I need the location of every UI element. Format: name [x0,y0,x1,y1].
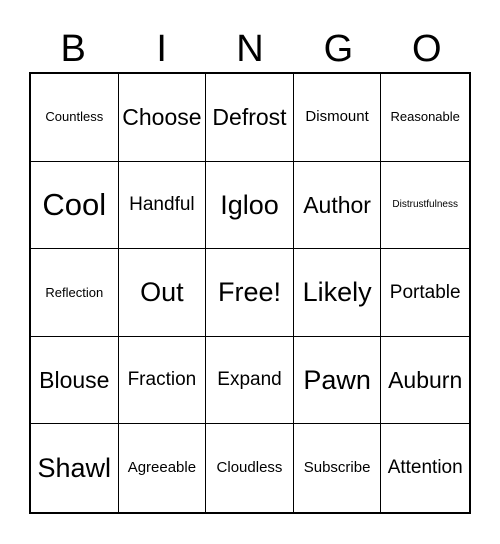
bingo-cell-label: Likely [302,277,372,308]
bingo-cell-r4c5[interactable]: Auburn [381,336,469,425]
bingo-cell-label: Out [140,277,184,308]
bingo-cell-label: Distrustfulness [392,198,458,210]
bingo-cell-label: Cloudless [216,459,283,477]
bingo-cell-r5c5[interactable]: Attention [381,424,469,512]
bingo-cell-label: Igloo [220,189,279,220]
bingo-header-letter-g: G [323,28,354,70]
bingo-cell-r3c2[interactable]: Out [118,249,207,337]
bingo-cell-r4c3[interactable]: Expand [206,336,294,425]
bingo-cell-label: Reasonable [390,109,460,125]
bingo-header-letter-i: I [156,28,167,70]
bingo-header-row: B I N G O [29,18,471,70]
bingo-cell-label: Pawn [303,364,371,395]
bingo-cell-r1c5[interactable]: Reasonable [381,74,469,162]
bingo-cell-label: Blouse [39,367,110,394]
bingo-cell-r3c1[interactable]: Reflection [31,249,119,337]
bingo-cell-label: Auburn [388,367,463,394]
bingo-cell-r1c1[interactable]: Countless [31,74,119,162]
bingo-card: B I N G O Countless Choose Defrost Dismo… [0,0,500,544]
bingo-cell-r4c2[interactable]: Fraction [118,336,207,425]
bingo-cell-r3c5[interactable]: Portable [381,249,469,337]
bingo-grid: Countless Choose Defrost Dismount Reason… [29,72,471,514]
bingo-cell-r2c1[interactable]: Cool [31,161,119,250]
bingo-header-letter-b: B [60,28,86,70]
bingo-cell-r5c1[interactable]: Shawl [31,424,119,512]
bingo-cell-r5c3[interactable]: Cloudless [206,424,294,512]
bingo-cell-label: Choose [122,104,202,131]
bingo-cell-r4c1[interactable]: Blouse [31,336,119,425]
bingo-cell-label: Cool [42,186,107,222]
bingo-cell-r5c2[interactable]: Agreeable [118,424,207,512]
bingo-header-letter-o: O [412,28,442,70]
bingo-cell-label: Countless [45,109,104,125]
bingo-cell-r2c5[interactable]: Distrustfulness [381,161,469,250]
bingo-cell-label: Shawl [37,453,112,484]
bingo-cell-free-space[interactable]: Free! [206,249,294,337]
bingo-cell-label: Agreeable [127,459,197,477]
bingo-cell-label: Portable [389,281,461,303]
bingo-cell-label: Reflection [45,284,104,300]
bingo-cell-r5c4[interactable]: Subscribe [293,424,382,512]
bingo-cell-label: Subscribe [303,459,371,477]
bingo-cell-label: Attention [387,457,463,479]
bingo-cell-label: Handful [129,193,195,215]
bingo-cell-r1c3[interactable]: Defrost [206,74,294,162]
bingo-cell-label: Expand [217,369,282,391]
bingo-cell-r2c2[interactable]: Handful [118,161,207,250]
bingo-cell-r2c4[interactable]: Author [293,161,382,250]
bingo-cell-r2c3[interactable]: Igloo [206,161,294,250]
bingo-cell-label: Author [303,191,371,218]
bingo-cell-r3c4[interactable]: Likely [293,249,382,337]
bingo-cell-r4c4[interactable]: Pawn [293,336,382,425]
bingo-cell-label: Dismount [305,108,369,126]
bingo-cell-label: Free! [217,277,281,308]
bingo-cell-r1c4[interactable]: Dismount [293,74,382,162]
bingo-header-letter-n: N [236,28,264,70]
bingo-cell-label: Defrost [212,104,287,131]
bingo-cell-label: Fraction [127,369,197,391]
bingo-cell-r1c2[interactable]: Choose [118,74,207,162]
